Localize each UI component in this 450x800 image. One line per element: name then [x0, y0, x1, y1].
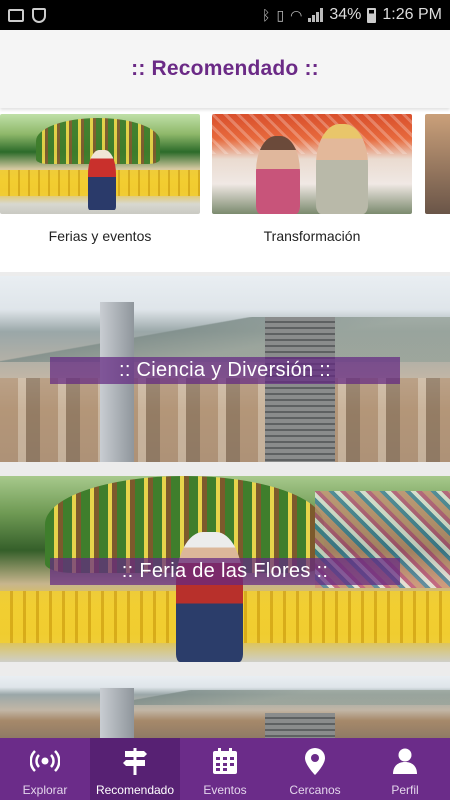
- gallery-notification-icon: [8, 8, 24, 22]
- nav-tab-label: Eventos: [203, 783, 247, 797]
- carousel-card-transformacion[interactable]: Transformación: [212, 114, 412, 244]
- bottom-navigation: Explorar Recomendado Eventos Cercanos Pe…: [0, 738, 450, 800]
- calendar-icon: [209, 745, 241, 777]
- broadcast-icon: [29, 745, 61, 777]
- nav-tab-label: Explorar: [22, 783, 68, 797]
- page-title: :: Recomendado ::: [131, 57, 319, 80]
- nav-tab-recomendado[interactable]: Recomendado: [90, 738, 180, 800]
- nav-tab-perfil[interactable]: Perfil: [360, 738, 450, 800]
- nav-tab-eventos[interactable]: Eventos: [180, 738, 270, 800]
- carousel-card-next[interactable]: [425, 114, 450, 214]
- category-card-next[interactable]: [0, 676, 450, 738]
- vibrate-icon: ▯: [276, 6, 285, 23]
- carousel-card-caption: Transformación: [263, 228, 361, 244]
- battery-percent: 34%: [329, 6, 362, 23]
- nav-tab-cercanos[interactable]: Cercanos: [270, 738, 360, 800]
- carousel-card-ferias[interactable]: Ferias y eventos: [0, 114, 200, 244]
- transformacion-thumbnail-image: [212, 114, 412, 214]
- bluetooth-icon: ᛒ: [262, 7, 271, 23]
- wifi-icon: ◠: [290, 6, 303, 23]
- next-thumbnail-image: [425, 114, 450, 214]
- ferias-thumbnail-image: [0, 114, 200, 214]
- category-card-title: :: Feria de las Flores ::: [50, 558, 400, 585]
- app-screen: ᛒ ▯ ◠ 34% 1:26 PM :: Recomendado :: Feri…: [0, 0, 450, 800]
- carousel-card-caption: Ferias y eventos: [48, 228, 152, 244]
- category-card-feria[interactable]: :: Feria de las Flores ::: [0, 476, 450, 662]
- signpost-icon: [119, 745, 151, 777]
- nav-tab-explorar[interactable]: Explorar: [0, 738, 90, 800]
- app-header: :: Recomendado ::: [0, 30, 450, 108]
- clock-time: 1:26 PM: [382, 6, 442, 23]
- shield-notification-icon: [32, 7, 46, 23]
- next-cover-image: [0, 676, 450, 738]
- category-card-ciencia[interactable]: :: Ciencia y Diversión ::: [0, 276, 450, 462]
- nav-tab-label: Perfil: [391, 783, 419, 797]
- map-pin-icon: [299, 745, 331, 777]
- nav-tab-label: Cercanos: [289, 783, 341, 797]
- nav-tab-label: Recomendado: [95, 783, 175, 797]
- recommended-carousel[interactable]: Ferias y eventos Transformación: [0, 108, 450, 272]
- person-icon: [389, 745, 421, 777]
- signal-icon: [308, 8, 324, 22]
- status-bar: ᛒ ▯ ◠ 34% 1:26 PM: [0, 0, 450, 30]
- category-card-title: :: Ciencia y Diversión ::: [50, 357, 400, 384]
- battery-icon: [367, 7, 377, 23]
